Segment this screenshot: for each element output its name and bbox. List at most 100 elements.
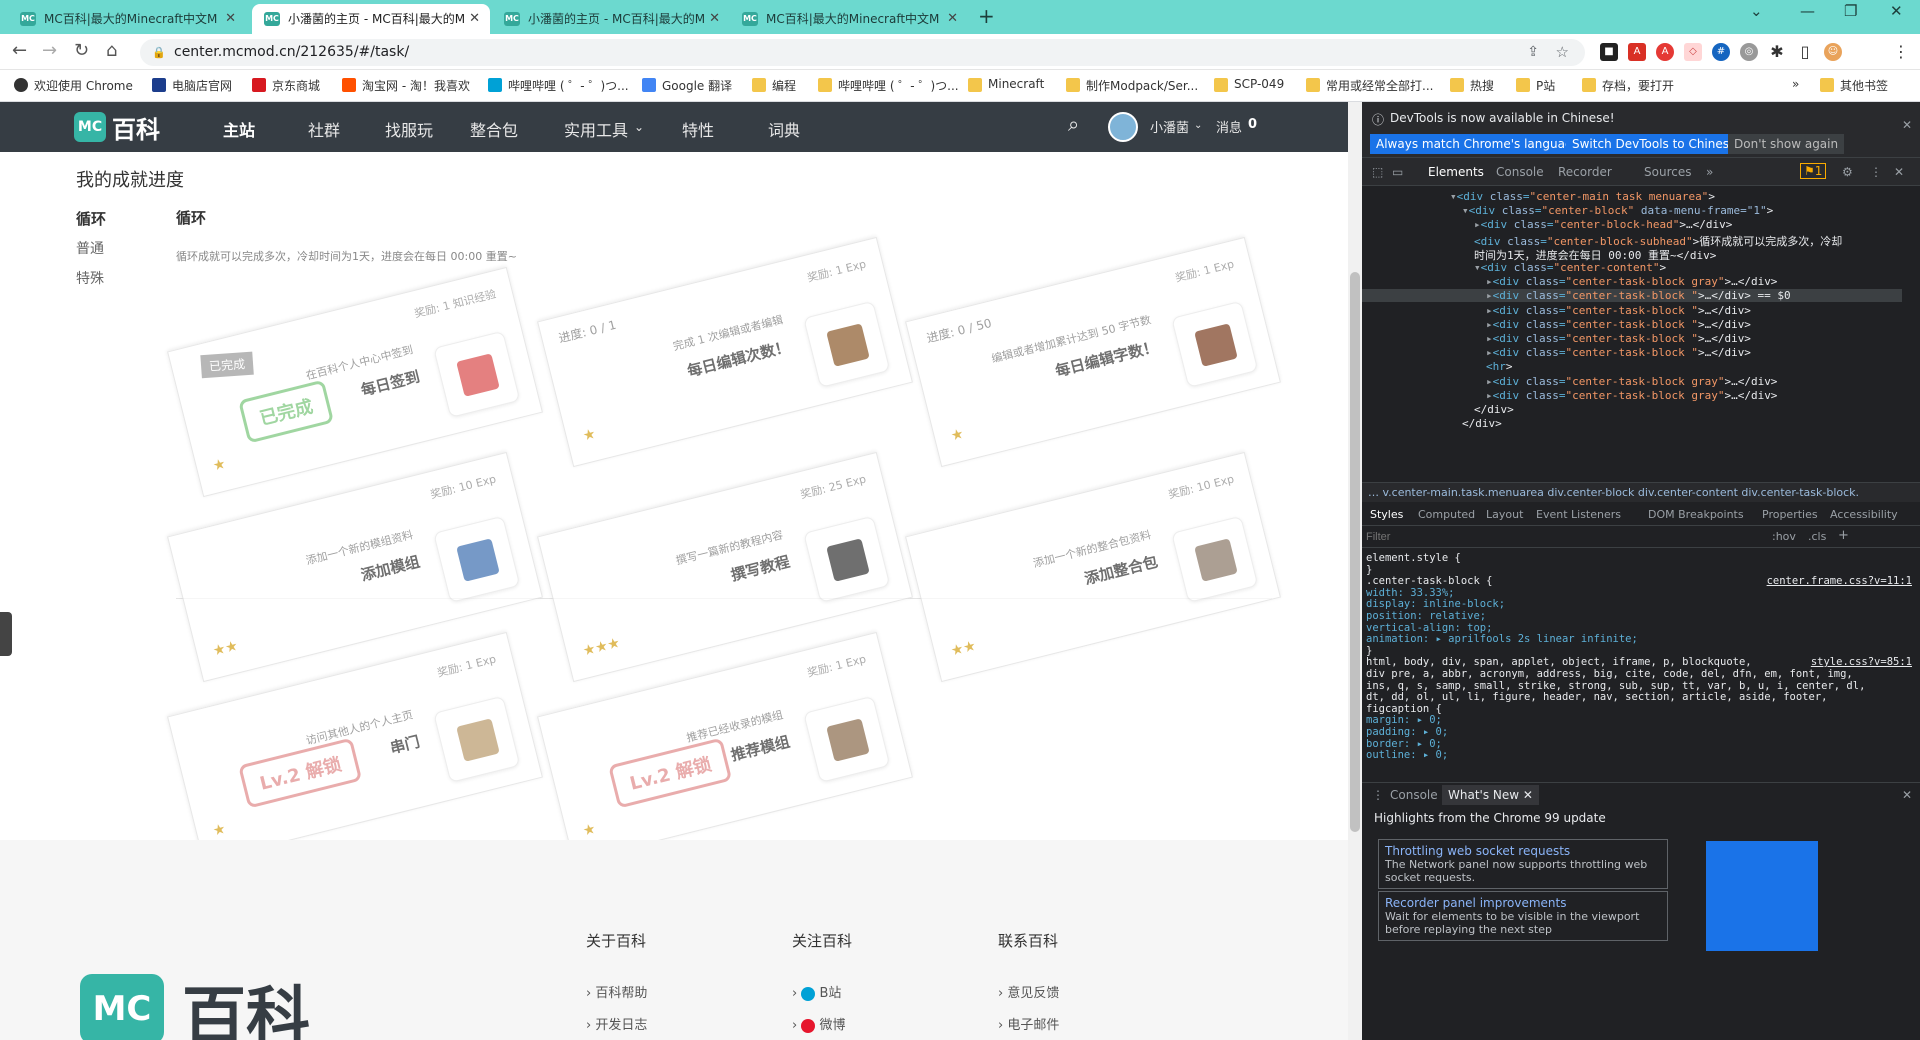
bookmark-item[interactable]: 哔哩哔哩 ( ゜- ゜)つ... (488, 77, 629, 94)
site-logo[interactable]: MC (74, 112, 106, 142)
dom-node-line[interactable]: ▸<div class="center-block-head">…</div> (1474, 218, 1732, 231)
side-panel-icon[interactable]: ▯ (1796, 43, 1814, 61)
bookmark-folder[interactable]: 制作Modpack/Ser... (1066, 77, 1198, 94)
bookmark-folder[interactable]: 哔哩哔哩 ( ゜- ゜)つ... (818, 77, 959, 94)
css-rule-line[interactable]: padding: ▸ 0; (1366, 726, 1906, 738)
globe-extension-icon[interactable]: ◎ (1740, 43, 1758, 61)
drawer-menu-icon[interactable]: ⋮ (1372, 788, 1384, 802)
browser-tab[interactable]: MC MC百科|最大的Minecraft中文M ✕ (8, 4, 246, 34)
bookmark-item[interactable]: 欢迎使用 Chrome (14, 77, 133, 94)
close-devtools-icon[interactable]: ✕ (1894, 165, 1904, 179)
hov-toggle[interactable]: :hov (1772, 530, 1796, 543)
nav-tools[interactable]: 实用工具 (564, 117, 628, 141)
drawer-tab-whats-new[interactable]: What's New ✕ (1442, 785, 1539, 805)
subtab-styles[interactable]: Styles (1370, 508, 1403, 521)
nav-community[interactable]: 社群 (308, 117, 340, 141)
footer-link[interactable]: › 微博 (792, 1014, 846, 1033)
close-tab-icon[interactable]: ✕ (947, 4, 958, 34)
site-logo-title[interactable]: 百科 (112, 110, 160, 145)
subtab-computed[interactable]: Computed (1418, 508, 1475, 521)
browser-tab[interactable]: MC MC百科|最大的Minecraft中文M ✕ (730, 4, 968, 34)
dom-node-line[interactable]: ▸<div class="center-task-block gray">…</… (1486, 375, 1777, 388)
close-tab-icon[interactable]: ✕ (709, 4, 720, 34)
bookmark-folder[interactable]: 热搜 (1450, 77, 1494, 94)
profile-avatar[interactable]: ☺ (1824, 43, 1842, 61)
subtab-event-listeners[interactable]: Event Listeners (1536, 508, 1621, 521)
task-card[interactable]: 进度: 0 / 1 ★ 每日编辑次数！ 完成 1 次编辑或者编辑 奖励: 1 Exp (537, 236, 913, 468)
drawer-tab-console[interactable]: Console (1390, 788, 1438, 802)
dom-node-line[interactable]: ▾<div class="center-block" data-menu-fra… (1462, 204, 1773, 217)
css-rule-line[interactable]: } (1366, 564, 1906, 576)
bookmark-folder[interactable]: SCP-049 (1214, 77, 1284, 92)
footer-link[interactable]: › 开发日志 (586, 1014, 647, 1033)
dom-node-line[interactable]: ▾<div class="center-main task menuarea"> (1450, 190, 1715, 203)
category-loop[interactable]: 循环 (76, 208, 106, 229)
bookmark-item[interactable]: 淘宝网 - 淘！我喜欢 (342, 77, 470, 94)
news-card[interactable]: Recorder panel improvements Wait for ele… (1378, 891, 1668, 941)
css-rule-line[interactable]: margin: ▸ 0; (1366, 714, 1906, 726)
css-rule-line[interactable]: outline: ▸ 0; (1366, 749, 1906, 761)
dont-show-button[interactable]: Don't show again (1728, 134, 1845, 154)
bookmark-item[interactable]: Google 翻译 (642, 77, 732, 94)
minimize-button[interactable]: — (1800, 2, 1815, 20)
warning-badge[interactable]: ⚑1 (1800, 163, 1827, 179)
css-rule-line[interactable]: display: inline-block; (1366, 598, 1906, 610)
user-avatar[interactable] (1108, 112, 1138, 142)
home-icon[interactable]: ⌂ (106, 40, 117, 61)
css-rule-line[interactable]: dt, dd, ol, ul, li, figure, header, nav,… (1366, 691, 1906, 703)
footer-link[interactable]: › 意见反馈 (998, 982, 1059, 1001)
css-rule-line[interactable]: } (1366, 645, 1906, 657)
bookmark-folder[interactable]: 编程 (752, 77, 796, 94)
footer-link[interactable]: › 百科帮助 (586, 982, 647, 1001)
kebab-menu-icon[interactable]: ⋮ (1870, 165, 1882, 179)
task-card[interactable]: 进度: 0 / 50 ★ 每日编辑字数！ 编辑或者增加累计达到 50 字节数 奖励: 1… (905, 236, 1281, 468)
tab-sources[interactable]: Sources (1644, 165, 1691, 179)
css-rule-line[interactable]: div pre, a, abbr, acronym, address, big,… (1366, 668, 1906, 680)
messages-link[interactable]: 消息 (1216, 117, 1242, 136)
dom-node-line[interactable]: <hr> (1486, 360, 1513, 373)
dom-node-line[interactable]: ▾<div class="center-content"> (1474, 261, 1666, 274)
nav-find-server[interactable]: 找服玩 (385, 117, 433, 141)
scrollbar-thumb[interactable] (1350, 272, 1360, 832)
reload-icon[interactable]: ↻ (74, 40, 89, 61)
close-window-button[interactable]: ✕ (1890, 2, 1903, 20)
tab-search-icon[interactable]: ⌄ (1750, 2, 1763, 20)
browser-tab[interactable]: MC 小潘菌的主页 - MC百科|最大的M ✕ (492, 4, 730, 34)
nav-dictionary[interactable]: 词典 (768, 117, 800, 141)
dom-node-line[interactable]: </div> (1474, 403, 1514, 416)
inspect-icon[interactable]: ⬚ (1372, 165, 1383, 179)
more-tabs-button[interactable]: » (1706, 165, 1713, 179)
extension-icon[interactable]: ◇ (1684, 43, 1702, 61)
css-rule-line[interactable]: animation: ▸ aprilfools 2s linear infini… (1366, 633, 1906, 645)
extension-icon[interactable]: # (1712, 43, 1730, 61)
css-rule-line[interactable]: figcaption { (1366, 703, 1906, 715)
pdf-extension-icon[interactable]: A (1628, 43, 1646, 61)
footer-link[interactable]: › B站 (792, 982, 841, 1001)
tab-console[interactable]: Console (1496, 165, 1544, 179)
add-rule-icon[interactable]: + (1838, 528, 1849, 543)
category-normal[interactable]: 普通 (76, 238, 104, 258)
dom-node-line[interactable]: ▸<div class="center-task-block ">…</div> (1486, 304, 1751, 317)
nav-modpacks[interactable]: 整合包 (470, 117, 518, 141)
css-rule-line[interactable]: border: ▸ 0; (1366, 738, 1906, 750)
bookmarks-overflow-button[interactable]: » (1792, 77, 1799, 91)
dom-node-line[interactable]: ▸<div class="center-task-block ">…</div> (1486, 346, 1751, 359)
extensions-puzzle-icon[interactable]: ✱ (1768, 43, 1786, 61)
user-name[interactable]: 小潘菌 (1150, 117, 1189, 136)
bookmark-folder[interactable]: 常用或经常全部打... (1306, 77, 1433, 94)
forward-icon[interactable]: → (42, 40, 57, 61)
footer-link[interactable]: › 电子邮件 (998, 1014, 1059, 1033)
close-icon[interactable]: ✕ (1902, 118, 1912, 132)
address-bar[interactable]: 🔒 center.mcmod.cn/212635/#/task/ ⇪ ☆ (140, 39, 1585, 66)
task-card[interactable]: ★★ 添加整合包 添加一个新的整合包资料 奖励: 10 Exp (905, 451, 1281, 683)
dom-node-line[interactable]: ▸<div class="center-task-block ">…</div> (1486, 332, 1751, 345)
css-source-link[interactable]: style.css?v=85:1 (1811, 656, 1912, 668)
dom-node-line[interactable]: </div> (1462, 417, 1502, 430)
subtab-dom-breakpoints[interactable]: DOM Breakpoints (1648, 508, 1744, 521)
nav-features[interactable]: 特性 (682, 117, 714, 141)
css-rule-line[interactable]: element.style { (1366, 552, 1906, 564)
close-tab-icon[interactable]: ✕ (469, 4, 480, 34)
bookmark-item[interactable]: 电脑店官网 (152, 77, 232, 94)
close-icon[interactable]: ✕ (1902, 788, 1912, 802)
match-language-button[interactable]: Always match Chrome's language (1370, 134, 1586, 154)
